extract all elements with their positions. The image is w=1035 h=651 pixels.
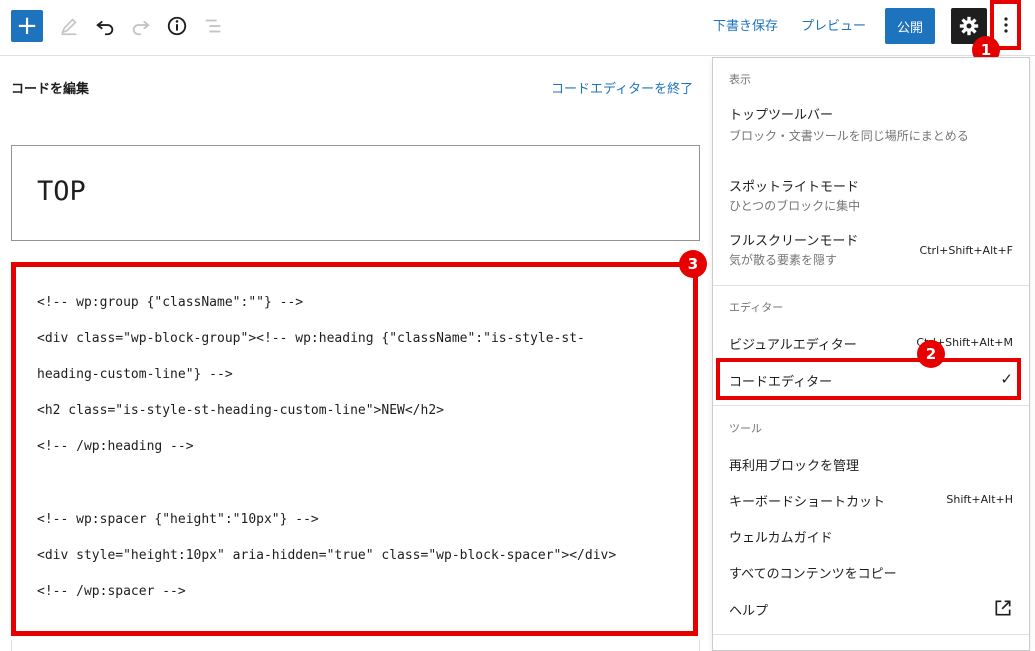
pencil-icon — [61, 18, 77, 36]
post-title-text: TOP — [37, 176, 86, 207]
menu-item-label: ヘルプ — [729, 604, 769, 619]
code-line: heading-custom-line"} --> — [37, 367, 233, 382]
options-dropdown-menu: 表示 トップツールバー ブロック・文書ツールを同じ場所にまとめる スポットライト… — [712, 57, 1030, 651]
annotation-marker-2: 2 — [917, 340, 945, 368]
exit-code-editor-button[interactable]: コードエディターを終了 — [551, 78, 693, 97]
plus-icon: + — [16, 11, 38, 41]
code-editor-textarea[interactable]: <!-- wp:group {"className":""} --> <div … — [11, 262, 698, 636]
code-line: <!-- /wp:heading --> — [37, 439, 194, 454]
annotation-frame-code-editor — [716, 358, 1021, 400]
menu-item-shortcut: Shift+Alt+H — [946, 493, 1013, 506]
menu-item-visual-editor[interactable]: ビジュアルエディター Ctrl+Shift+Alt+M — [713, 328, 1029, 360]
menu-section-title-tools: ツール — [729, 422, 762, 435]
code-line: <!-- /wp:spacer --> — [37, 584, 186, 599]
editor-bottom-edge — [11, 640, 700, 651]
menu-item-fullscreen[interactable]: フルスクリーンモード 気が散る要素を隠す Ctrl+Shift+Alt+F — [713, 228, 1029, 274]
info-icon — [167, 16, 187, 36]
post-title-field[interactable]: TOP — [11, 145, 700, 241]
menu-section-title-editor: エディター — [729, 301, 784, 314]
edit-tool-button[interactable] — [55, 12, 83, 40]
menu-item-label: スポットライトモード — [729, 180, 860, 195]
menu-item-spotlight[interactable]: スポットライトモード ひとつのブロックに集中 — [713, 174, 1029, 220]
menu-divider — [713, 405, 1029, 406]
external-link-icon — [995, 600, 1011, 616]
list-view-button[interactable] — [199, 12, 227, 40]
save-draft-button[interactable]: 下書き保存 — [713, 15, 778, 34]
editor-toolbar: + 下書き保存 プレビュー 公開 — [0, 0, 1035, 56]
code-line: <!-- wp:spacer {"height":"10px"} --> — [37, 512, 319, 527]
menu-item-label: すべてのコンテンツをコピー — [729, 567, 897, 582]
menu-item-label: フルスクリーンモード — [729, 234, 859, 249]
menu-item-description: ひとつのブロックに集中 — [729, 199, 861, 213]
menu-section-title-view: 表示 — [729, 73, 751, 86]
menu-item-label: ビジュアルエディター — [729, 338, 857, 353]
gear-icon — [959, 16, 979, 36]
menu-item-manage-blocks[interactable]: 再利用ブロックを管理 — [713, 450, 1029, 480]
menu-item-welcome-guide[interactable]: ウェルカムガイド — [713, 522, 1029, 552]
redo-button[interactable] — [127, 12, 155, 40]
menu-item-top-toolbar[interactable]: トップツールバー ブロック・文書ツールを同じ場所にまとめる — [713, 98, 1029, 162]
add-block-button[interactable]: + — [11, 10, 43, 42]
undo-icon — [96, 20, 114, 36]
menu-item-copy-all[interactable]: すべてのコンテンツをコピー — [713, 558, 1029, 588]
menu-item-keyboard-shortcuts[interactable]: キーボードショートカット Shift+Alt+H — [713, 486, 1029, 516]
menu-divider — [713, 634, 1029, 635]
code-line: <!-- wp:group {"className":""} --> — [37, 295, 304, 310]
menu-item-label: 再利用ブロックを管理 — [729, 459, 860, 474]
preview-button[interactable]: プレビュー — [801, 15, 866, 34]
publish-button[interactable]: 公開 — [885, 8, 935, 44]
menu-item-description: ブロック・文書ツールを同じ場所にまとめる — [729, 129, 969, 143]
redo-icon — [132, 20, 150, 36]
menu-item-help[interactable]: ヘルプ — [713, 594, 1029, 624]
code-line: <h2 class="is-style-st-heading-custom-li… — [37, 403, 444, 418]
code-editor-heading: コードを編集 — [11, 82, 90, 97]
code-line: <div style="height:10px" aria-hidden="tr… — [37, 548, 617, 563]
menu-item-label: キーボードショートカット — [729, 495, 886, 510]
list-view-icon — [205, 19, 221, 33]
code-line: <div class="wp-block-group"><!-- wp:head… — [37, 331, 585, 346]
undo-button[interactable] — [91, 12, 119, 40]
menu-item-label: ウェルカムガイド — [729, 531, 833, 546]
menu-divider — [713, 285, 1029, 286]
annotation-marker-3: 3 — [679, 250, 707, 278]
menu-item-shortcut: Ctrl+Shift+Alt+F — [919, 244, 1013, 257]
details-button[interactable] — [163, 12, 191, 40]
menu-item-label: トップツールバー — [729, 108, 834, 123]
